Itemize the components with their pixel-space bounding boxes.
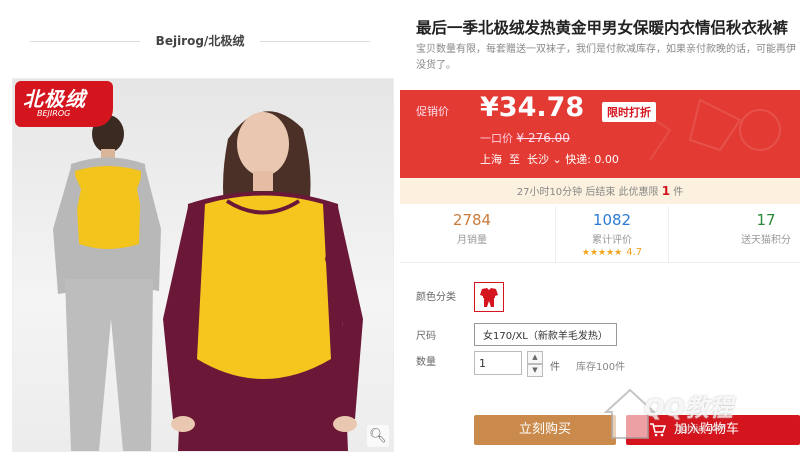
tmall-points: 17 送天猫积分 xyxy=(710,206,800,262)
brand-logo: 北极绒 BEJIROG xyxy=(15,81,113,127)
ship-to: 长沙 xyxy=(527,153,549,166)
color-label: 颜色分类 xyxy=(416,292,456,303)
clothing-set-icon xyxy=(480,288,498,307)
original-price: 一口价 ¥ 276.00 xyxy=(480,130,570,146)
product-title: 最后一季北极绒发热黄金甲男女保暖内衣情侣秋衣秋裤 xyxy=(416,19,789,37)
price-panel: 促销价 ¥34.78 限时打折 一口价 ¥ 276.00 上海 至 长沙 ⌄ 快… xyxy=(400,90,800,178)
ship-to-select[interactable]: 长沙 ⌄ xyxy=(527,153,562,166)
magnifier-icon[interactable]: 🔍︎ xyxy=(367,425,389,447)
product-gallery: Bejirog/北极绒 北极绒 BEJIROG 🔍︎ xyxy=(0,0,400,452)
product-info: 最后一季北极绒发热黄金甲男女保暖内衣情侣秋衣秋裤 宝贝数量有限，每套赠送一双袜子… xyxy=(400,0,800,450)
color-swatch[interactable] xyxy=(474,282,504,312)
buy-now-button[interactable]: 立刻购买 xyxy=(474,415,616,445)
countdown-text: 27小时10分钟 后结束 此优惠限 xyxy=(516,187,659,198)
purchase-limit: 1 xyxy=(661,184,671,198)
discount-badge: 限时打折 xyxy=(602,102,656,122)
reviews[interactable]: 1082 累计评价 ★★★★★ 4.7 xyxy=(555,206,669,262)
cart-label: 加入购物车 xyxy=(674,422,740,437)
increment-icon[interactable]: ▲ xyxy=(527,351,543,364)
star-icons: ★★★★★ xyxy=(581,248,623,258)
logo-cn: 北极绒 xyxy=(23,87,86,111)
brand-header: Bejirog/北极绒 xyxy=(30,30,370,52)
add-to-cart-button[interactable]: 加入购物车 xyxy=(626,415,800,445)
countdown-bar: 27小时10分钟 后结束 此优惠限 1 件 xyxy=(400,178,800,204)
ship-to-word: 至 xyxy=(509,153,520,166)
stat-value: 17 xyxy=(756,211,776,229)
logo-en: BEJIROG xyxy=(37,109,71,118)
purchase-limit-unit: 件 xyxy=(673,187,684,198)
stat-label: 月销量 xyxy=(457,235,487,246)
monthly-sales: 2784 月销量 xyxy=(416,206,528,262)
quantity-label: 数量 xyxy=(416,357,436,368)
shipping-fee: 快递: 0.00 xyxy=(565,153,619,166)
decrement-icon[interactable]: ▼ xyxy=(527,364,543,377)
promo-price-label: 促销价 xyxy=(416,105,449,118)
stats-row: 2784 月销量 1082 累计评价 ★★★★★ 4.7 17 送天猫积分 xyxy=(400,206,800,263)
stat-label: 送天猫积分 xyxy=(741,235,791,246)
cart-icon xyxy=(650,423,666,437)
promo-price: ¥34.78 xyxy=(480,92,585,123)
chevron-down-icon: ⌄ xyxy=(552,153,562,166)
original-price-label: 一口价 xyxy=(480,132,513,145)
shipping-info: 上海 至 长沙 ⌄ 快递: 0.00 xyxy=(480,151,619,167)
product-image[interactable]: 北极绒 BEJIROG 🔍︎ xyxy=(12,78,394,452)
rating-score: 4.7 xyxy=(626,247,643,258)
stat-value: 2784 xyxy=(452,211,492,229)
original-price-value: ¥ 276.00 xyxy=(516,131,570,145)
stat-label: 累计评价 xyxy=(592,235,632,246)
stock-count: 库存100件 xyxy=(576,362,626,373)
rating-stars: ★★★★★ 4.7 xyxy=(556,247,668,258)
quantity-unit: 件 xyxy=(550,362,560,373)
quantity-input[interactable]: 1 xyxy=(474,351,522,375)
size-option[interactable]: 女170/XL（新款羊毛发热） xyxy=(474,323,617,346)
divider xyxy=(260,41,370,42)
product-subtitle: 宝贝数量有限，每套赠送一双袜子，我们是付款减库存，如果亲付款晚的话，可能再伊没货… xyxy=(416,44,796,71)
ship-from: 上海 xyxy=(480,153,502,166)
product-photo-illustration xyxy=(53,111,363,451)
size-label: 尺码 xyxy=(416,331,436,342)
stat-value: 1082 xyxy=(592,211,632,229)
